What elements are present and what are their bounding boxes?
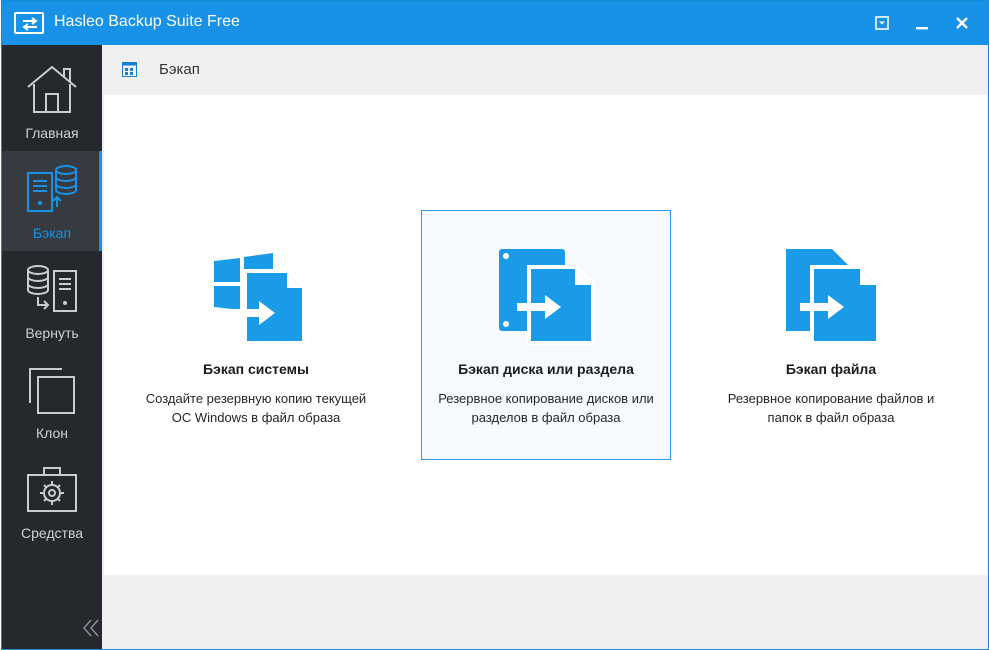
grid-icon [122,62,137,77]
menu-button[interactable] [868,9,896,37]
app-logo-icon [14,12,44,34]
window-title: Hasleo Backup Suite Free [54,13,240,30]
title-bar[interactable]: Hasleo Backup Suite Free [2,1,988,45]
menu-dropdown-icon [875,16,889,30]
sidebar-item-label: Бэкап [32,225,72,241]
card-title: Бэкап файла [785,361,877,377]
app-window: Hasleo Backup Suite Free Главная Бэкап В… [1,0,989,650]
card-title: Бэкап системы [203,361,309,377]
clone-icon [24,363,80,417]
sidebar-item-label: Средства [20,525,84,541]
file-backup-card[interactable]: Бэкап файла Резервное копирование файлов… [706,210,956,460]
sidebar-item-restore[interactable]: Вернуть [2,251,102,351]
minimize-button[interactable] [908,9,936,37]
card-title: Бэкап диска или раздела [458,361,634,377]
card-description: Резервное копирование дисков или раздело… [438,391,654,425]
main-content: Бэкап Бэкап системы Создайте резервную к… [102,45,988,649]
page-title: Бэкап [159,61,200,78]
disk-backup-icon [497,245,597,345]
close-icon [956,17,968,29]
breadcrumb: Бэкап [102,45,988,93]
system-backup-card[interactable]: Бэкап системы Создайте резервную копию т… [131,210,381,460]
home-icon [24,63,80,117]
collapse-sidebar-button[interactable] [80,617,102,639]
minimize-icon [916,27,928,30]
file-backup-icon [782,245,882,345]
card-description: Резервное копирование файлов и папок в ф… [727,391,935,425]
backup-options-panel: Бэкап системы Создайте резервную копию т… [104,95,988,575]
toolbox-icon [24,463,80,517]
sidebar-item-label: Главная [25,125,79,141]
sidebar-item-clone[interactable]: Клон [2,351,102,451]
sidebar: Главная Бэкап Вернуть Клон Средства [2,45,102,649]
double-chevron-left-icon [83,619,99,637]
restore-icon [24,263,80,317]
sidebar-item-label: Вернуть [25,325,79,341]
sidebar-item-backup[interactable]: Бэкап [2,151,102,251]
sidebar-item-home[interactable]: Главная [2,51,102,151]
system-backup-icon [207,245,307,345]
close-button[interactable] [948,9,976,37]
sidebar-item-label: Клон [36,425,68,441]
backup-icon [24,163,80,217]
card-description: Создайте резервную копию текущей ОС Wind… [145,391,367,425]
sidebar-item-tools[interactable]: Средства [2,451,102,551]
disk-backup-card[interactable]: Бэкап диска или раздела Резервное копиро… [421,210,671,460]
